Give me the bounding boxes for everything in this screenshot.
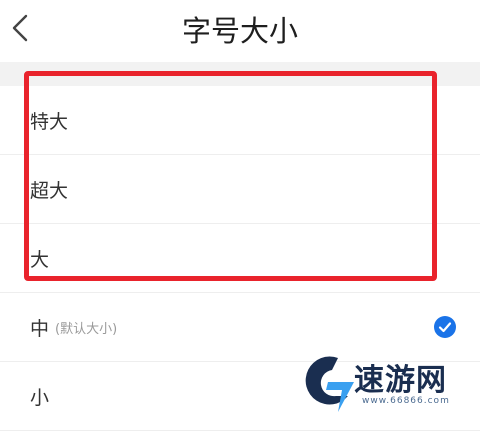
watermark-brand: 速游网 bbox=[354, 363, 447, 398]
default-hint: (默认大小) bbox=[55, 321, 118, 337]
option-label: 大 bbox=[30, 248, 50, 271]
top-bar: 字号大小 bbox=[0, 0, 480, 62]
watermark-url: www.66866.com bbox=[362, 396, 450, 406]
option-label: 特大 bbox=[30, 110, 69, 133]
option-super-large[interactable]: 超大 bbox=[0, 155, 480, 224]
option-extra-large[interactable]: 特大 bbox=[0, 86, 480, 155]
logo-icon bbox=[305, 356, 354, 412]
option-label: 小 bbox=[30, 386, 50, 409]
option-large[interactable]: 大 bbox=[0, 224, 480, 293]
page-title: 字号大小 bbox=[181, 14, 298, 48]
check-circle-icon bbox=[434, 316, 456, 338]
watermark: 速游网 www.66866.com bbox=[298, 350, 480, 416]
section-divider bbox=[0, 62, 480, 86]
option-label: 中 bbox=[30, 317, 50, 340]
option-label: 超大 bbox=[30, 179, 69, 202]
